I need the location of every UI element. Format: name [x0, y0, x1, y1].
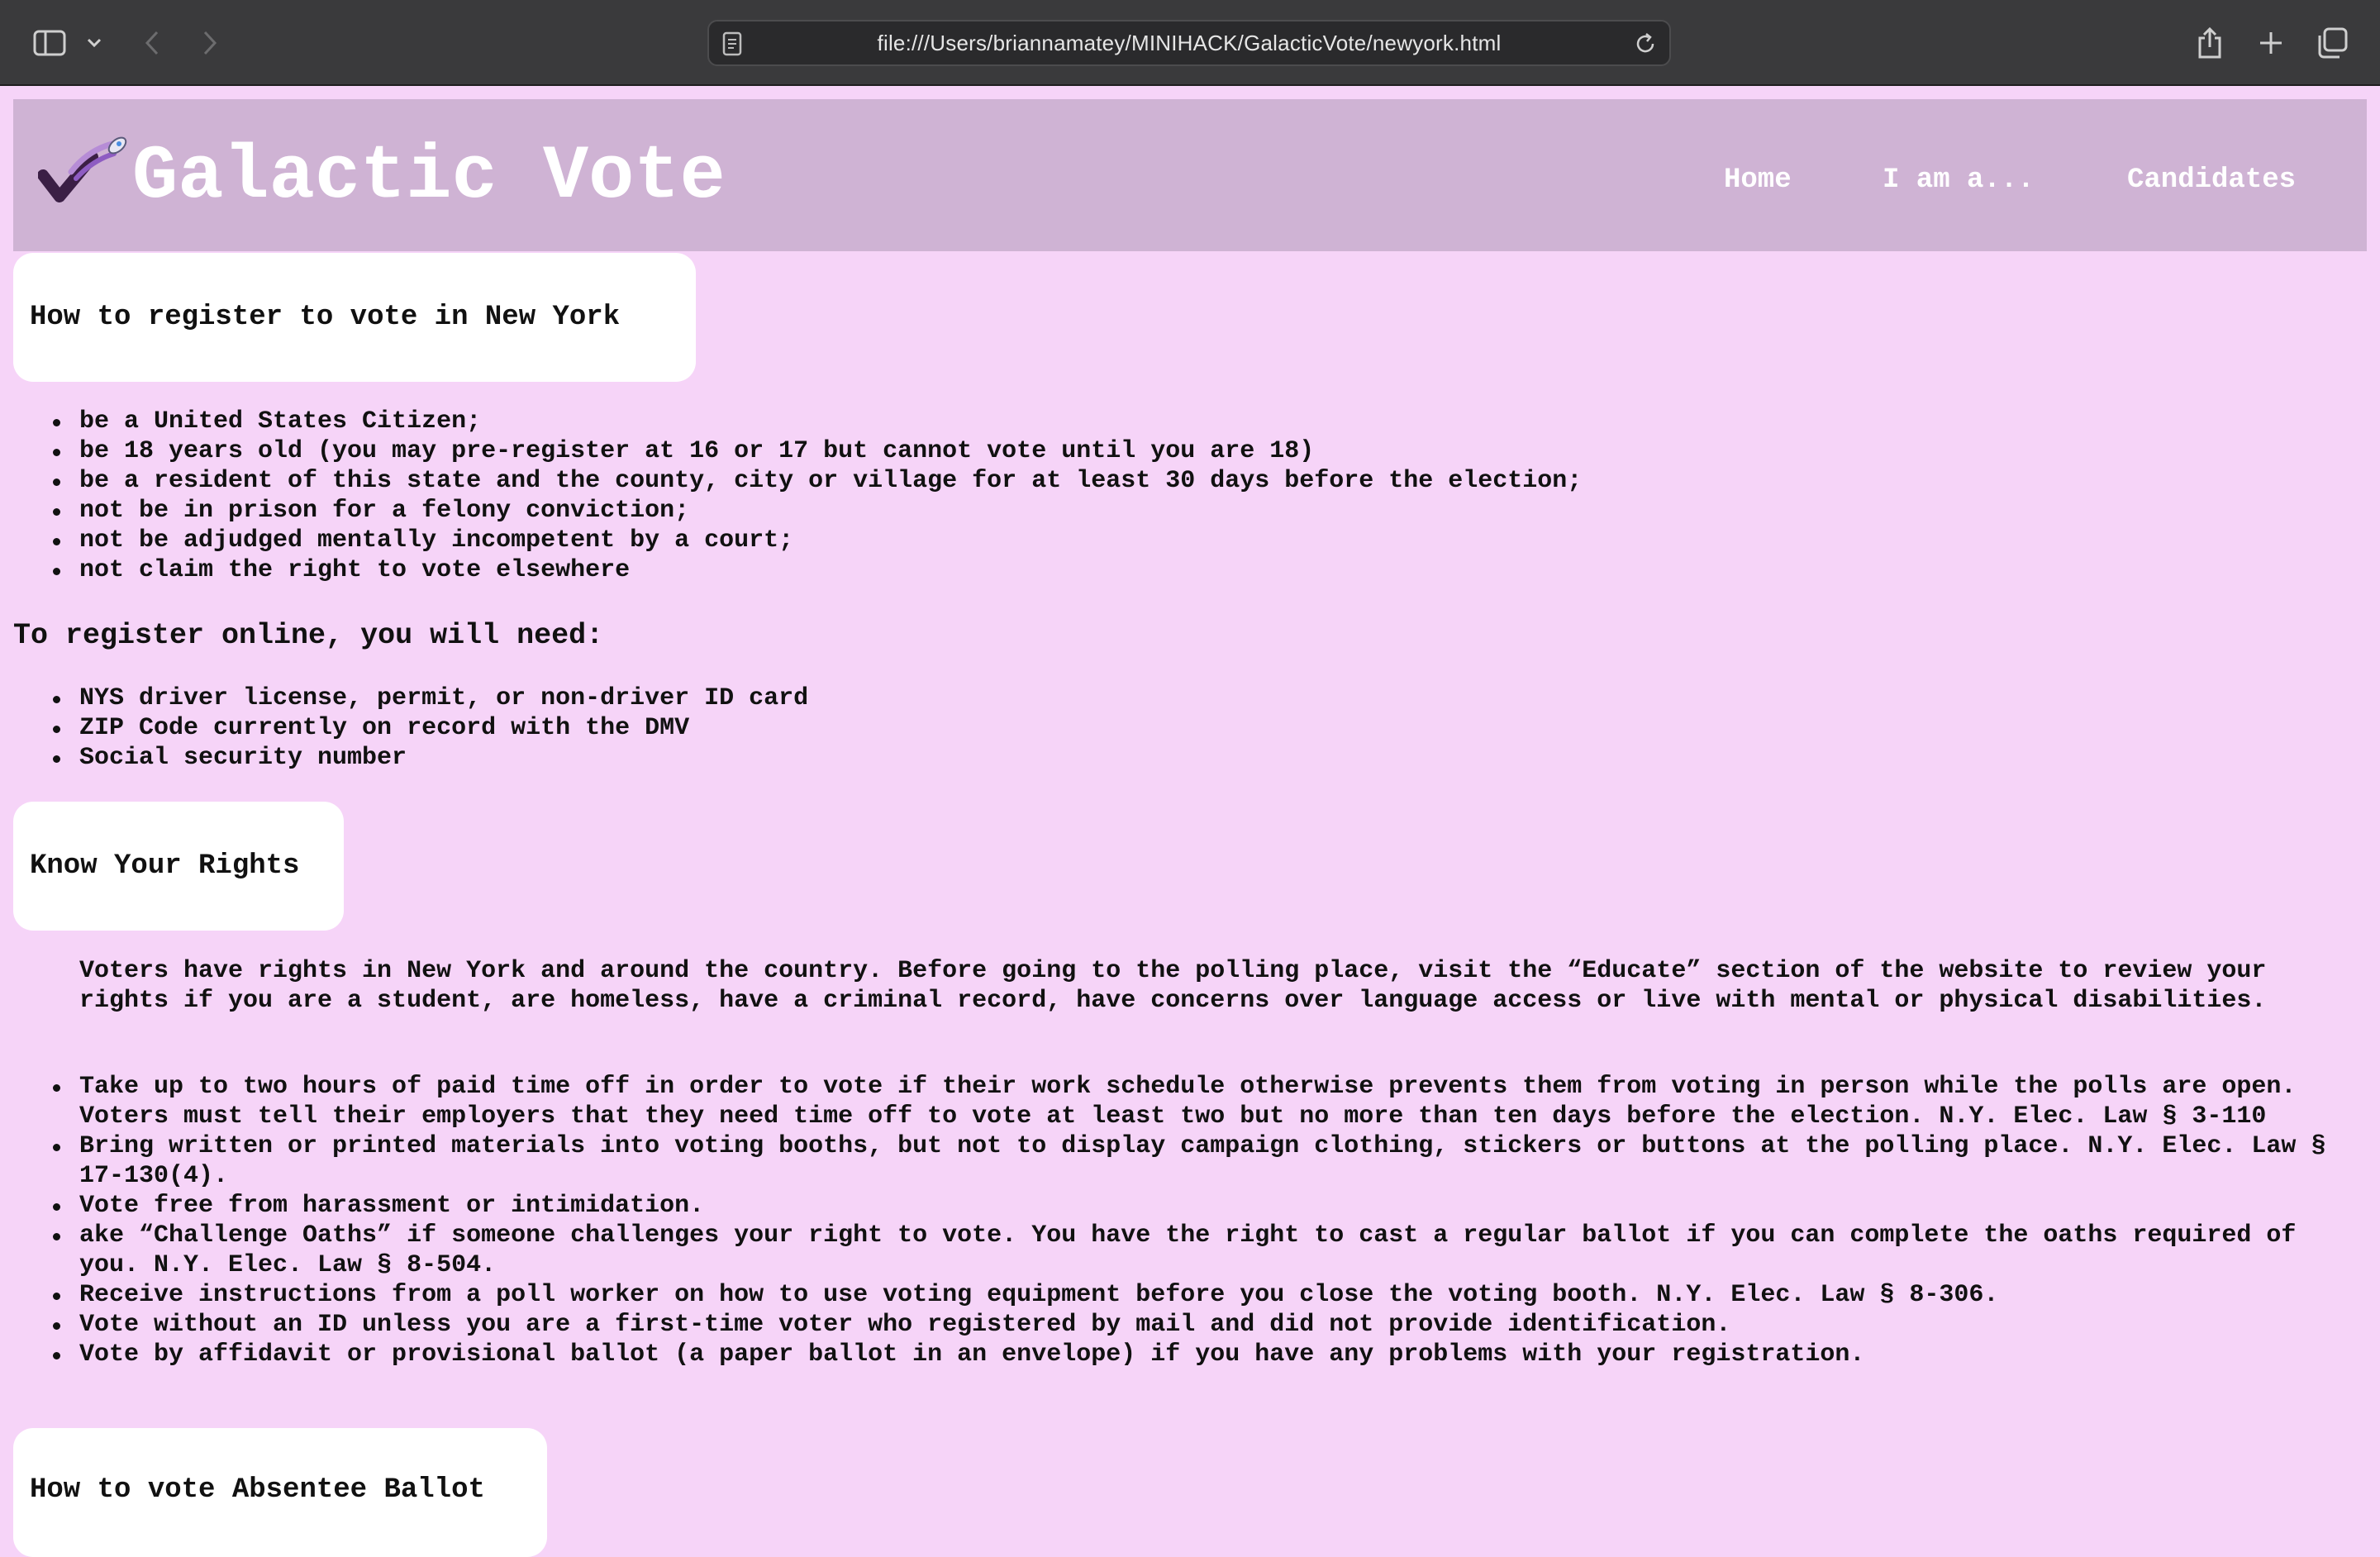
list-item: be a United States Citizen; [0, 407, 2363, 436]
share-icon [2198, 26, 2221, 59]
list-item: Receive instructions from a poll worker … [0, 1280, 2363, 1310]
chevron-left-icon [145, 31, 159, 55]
rights-intro: Voters have rights in New York and aroun… [79, 957, 2267, 1015]
tab-menu-button[interactable] [74, 21, 114, 64]
url-text[interactable]: file:///Users/briannamatey/MINIHACK/Gala… [709, 21, 1669, 64]
sidebar-toggle-button[interactable] [28, 21, 71, 64]
new-tab-button[interactable] [2249, 21, 2292, 64]
list-item: Vote without an ID unless you are a firs… [0, 1310, 2363, 1340]
list-item: NYS driver license, permit, or non-drive… [0, 683, 2363, 713]
eligibility-list: be a United States Citizen; be 18 years … [0, 407, 2363, 585]
list-item: Bring written or printed materials into … [0, 1131, 2363, 1191]
online-registration-heading: To register online, you will need: [13, 619, 604, 652]
list-item: Vote by affidavit or provisional ballot … [0, 1340, 2363, 1369]
online-needs-list: NYS driver license, permit, or non-drive… [0, 683, 2363, 773]
main-nav: Home I am a... Candidates [13, 155, 2367, 205]
tab-overview-button[interactable] [2311, 21, 2354, 64]
list-item: ake “Challenge Oaths” if someone challen… [0, 1221, 2363, 1280]
chevron-right-icon [203, 31, 217, 55]
site-header: Galactic Vote Home I am a... Candidates [13, 99, 2367, 251]
register-heading: How to register to vote in New York [13, 253, 696, 382]
rights-list: Take up to two hours of paid time off in… [0, 1072, 2363, 1369]
rights-heading: Know Your Rights [13, 802, 344, 931]
nav-i-am-a[interactable]: I am a... [1883, 155, 2035, 205]
back-button[interactable] [131, 21, 174, 64]
forward-button[interactable] [188, 21, 231, 64]
list-item: ZIP Code currently on record with the DM… [0, 713, 2363, 743]
address-bar[interactable]: file:///Users/briannamatey/MINIHACK/Gala… [707, 20, 1671, 66]
list-item: be a resident of this state and the coun… [0, 466, 2363, 496]
chevron-down-icon [87, 38, 102, 48]
list-item: not be in prison for a felony conviction… [0, 496, 2363, 526]
list-item: not claim the right to vote elsewhere [0, 555, 2363, 585]
browser-toolbar: file:///Users/briannamatey/MINIHACK/Gala… [0, 0, 2380, 86]
list-item: Social security number [0, 743, 2363, 773]
nav-home[interactable]: Home [1724, 155, 1792, 205]
nav-candidates[interactable]: Candidates [2127, 155, 2296, 205]
list-item: Take up to two hours of paid time off in… [0, 1072, 2363, 1131]
plus-icon [2260, 32, 2282, 54]
sidebar-icon [33, 30, 66, 56]
list-item: Vote free from harassment or intimidatio… [0, 1191, 2363, 1221]
share-button[interactable] [2188, 21, 2231, 64]
reload-icon[interactable] [1633, 31, 1658, 56]
list-item: not be adjudged mentally incompetent by … [0, 526, 2363, 555]
absentee-heading: How to vote Absentee Ballot [13, 1428, 547, 1557]
tabs-icon [2318, 27, 2348, 59]
list-item: be 18 years old (you may pre-register at… [0, 436, 2363, 466]
